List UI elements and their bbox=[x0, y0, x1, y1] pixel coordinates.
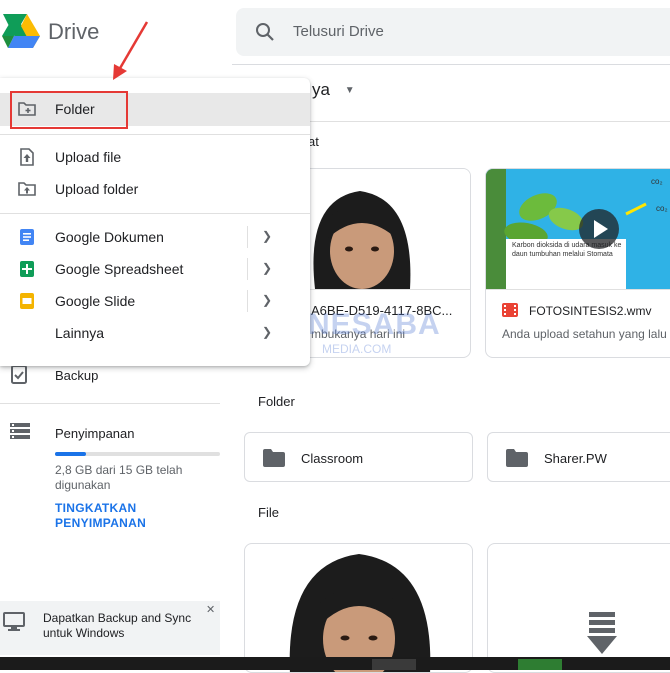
menu-label: Upload file bbox=[55, 149, 122, 165]
google-slides-icon bbox=[18, 292, 36, 310]
menu-item-upload-folder[interactable]: Upload folder bbox=[0, 173, 310, 205]
close-icon[interactable]: ✕ bbox=[206, 603, 215, 616]
download-arrow-icon bbox=[587, 612, 617, 654]
storage-icon bbox=[10, 423, 30, 439]
video-thumbnail: Karbon dioksida di udara masuk ke daun t… bbox=[486, 169, 670, 289]
card-subtitle: Anda upload setahun yang lalu bbox=[502, 327, 667, 341]
video-file-icon bbox=[502, 303, 518, 317]
search-icon[interactable] bbox=[255, 22, 275, 42]
menu-item-upload-file[interactable]: Upload file bbox=[0, 141, 310, 173]
quick-access-card[interactable]: Karbon dioksida di udara masuk ke daun t… bbox=[485, 168, 670, 358]
chevron-right-icon: ❯ bbox=[262, 261, 273, 275]
menu-separator bbox=[247, 290, 248, 312]
sidebar-item-backup[interactable]: Backup bbox=[55, 368, 98, 383]
menu-item-more[interactable]: Lainnya ❯ bbox=[0, 317, 310, 349]
card-divider bbox=[486, 289, 670, 290]
folder-section-title: Folder bbox=[258, 394, 295, 409]
backup-icon bbox=[10, 364, 28, 384]
card-title: FOTOSINTESIS2.wmv bbox=[529, 304, 652, 318]
watermark-brand: NESABA bbox=[308, 308, 441, 341]
folder-name: Classroom bbox=[301, 451, 364, 466]
file-section-title: File bbox=[258, 505, 279, 520]
folder-icon bbox=[506, 449, 528, 467]
menu-separator bbox=[247, 258, 248, 280]
folder-icon bbox=[263, 449, 285, 467]
upload-folder-icon bbox=[18, 180, 36, 198]
storage-used-text: 2,8 GB dari 15 GB telah digunakan bbox=[55, 463, 183, 492]
menu-label: Upload folder bbox=[55, 181, 139, 197]
drive-logo-icon[interactable] bbox=[2, 14, 40, 48]
sidebar-item-storage[interactable]: Penyimpanan bbox=[55, 426, 135, 441]
taskbar bbox=[0, 657, 670, 670]
menu-item-google-sheets[interactable]: Google Spreadsheet ❯ bbox=[0, 253, 310, 285]
menu-separator bbox=[247, 226, 248, 248]
co2-label: co₂ bbox=[651, 177, 663, 186]
taskbar-app-icon[interactable] bbox=[372, 659, 416, 670]
highlight-box bbox=[10, 91, 128, 129]
folder-card-classroom[interactable]: Classroom bbox=[244, 432, 473, 482]
play-icon[interactable] bbox=[579, 209, 619, 249]
taskbar-app-icon[interactable] bbox=[518, 659, 562, 670]
file-card[interactable] bbox=[244, 543, 473, 673]
upload-file-icon bbox=[18, 148, 36, 166]
caret-down-icon: ▼ bbox=[344, 85, 355, 96]
folder-name: Sharer.PW bbox=[544, 451, 607, 466]
menu-label: Google Dokumen bbox=[55, 229, 164, 245]
menu-label: Google Slide bbox=[55, 293, 136, 309]
search-bar[interactable]: Telusuri Drive bbox=[236, 8, 670, 56]
annotation-arrow-icon bbox=[105, 20, 155, 82]
menu-divider bbox=[0, 134, 310, 135]
chevron-right-icon: ❯ bbox=[262, 325, 273, 339]
breadcrumb[interactable]: ya ▼ bbox=[312, 80, 355, 100]
watermark-sub: MEDIA.COM bbox=[322, 342, 392, 356]
monitor-icon bbox=[3, 612, 25, 632]
app-title: Drive bbox=[48, 19, 100, 44]
breadcrumb-label: ya bbox=[312, 80, 330, 99]
google-sheets-icon bbox=[18, 260, 36, 278]
upgrade-storage-link[interactable]: TINGKATKAN PENYIMPANAN bbox=[55, 501, 165, 531]
storage-progress-bar bbox=[55, 452, 220, 456]
co2-label: co₂ bbox=[656, 204, 668, 213]
google-docs-icon bbox=[18, 228, 36, 246]
sidebar-divider bbox=[0, 403, 220, 404]
menu-item-google-slides[interactable]: Google Slide ❯ bbox=[0, 285, 310, 317]
folder-card-sharer[interactable]: Sharer.PW bbox=[487, 432, 670, 482]
chevron-right-icon: ❯ bbox=[262, 293, 273, 307]
photo-thumbnail bbox=[289, 554, 431, 672]
menu-label: Lainnya bbox=[55, 325, 105, 341]
file-card[interactable] bbox=[487, 543, 670, 673]
promo-text: Dapatkan Backup and Sync untuk Windows bbox=[43, 611, 192, 640]
chevron-right-icon: ❯ bbox=[262, 229, 273, 243]
backup-sync-promo: Dapatkan Backup and Sync untuk Windows ✕ bbox=[0, 601, 220, 655]
search-input[interactable]: Telusuri Drive bbox=[293, 23, 384, 40]
menu-item-google-docs[interactable]: Google Dokumen ❯ bbox=[0, 221, 310, 253]
menu-label: Google Spreadsheet bbox=[55, 261, 184, 277]
menu-divider bbox=[0, 213, 310, 214]
storage-progress-fill bbox=[55, 452, 87, 456]
top-header: Drive Telusuri Drive bbox=[0, 0, 670, 65]
